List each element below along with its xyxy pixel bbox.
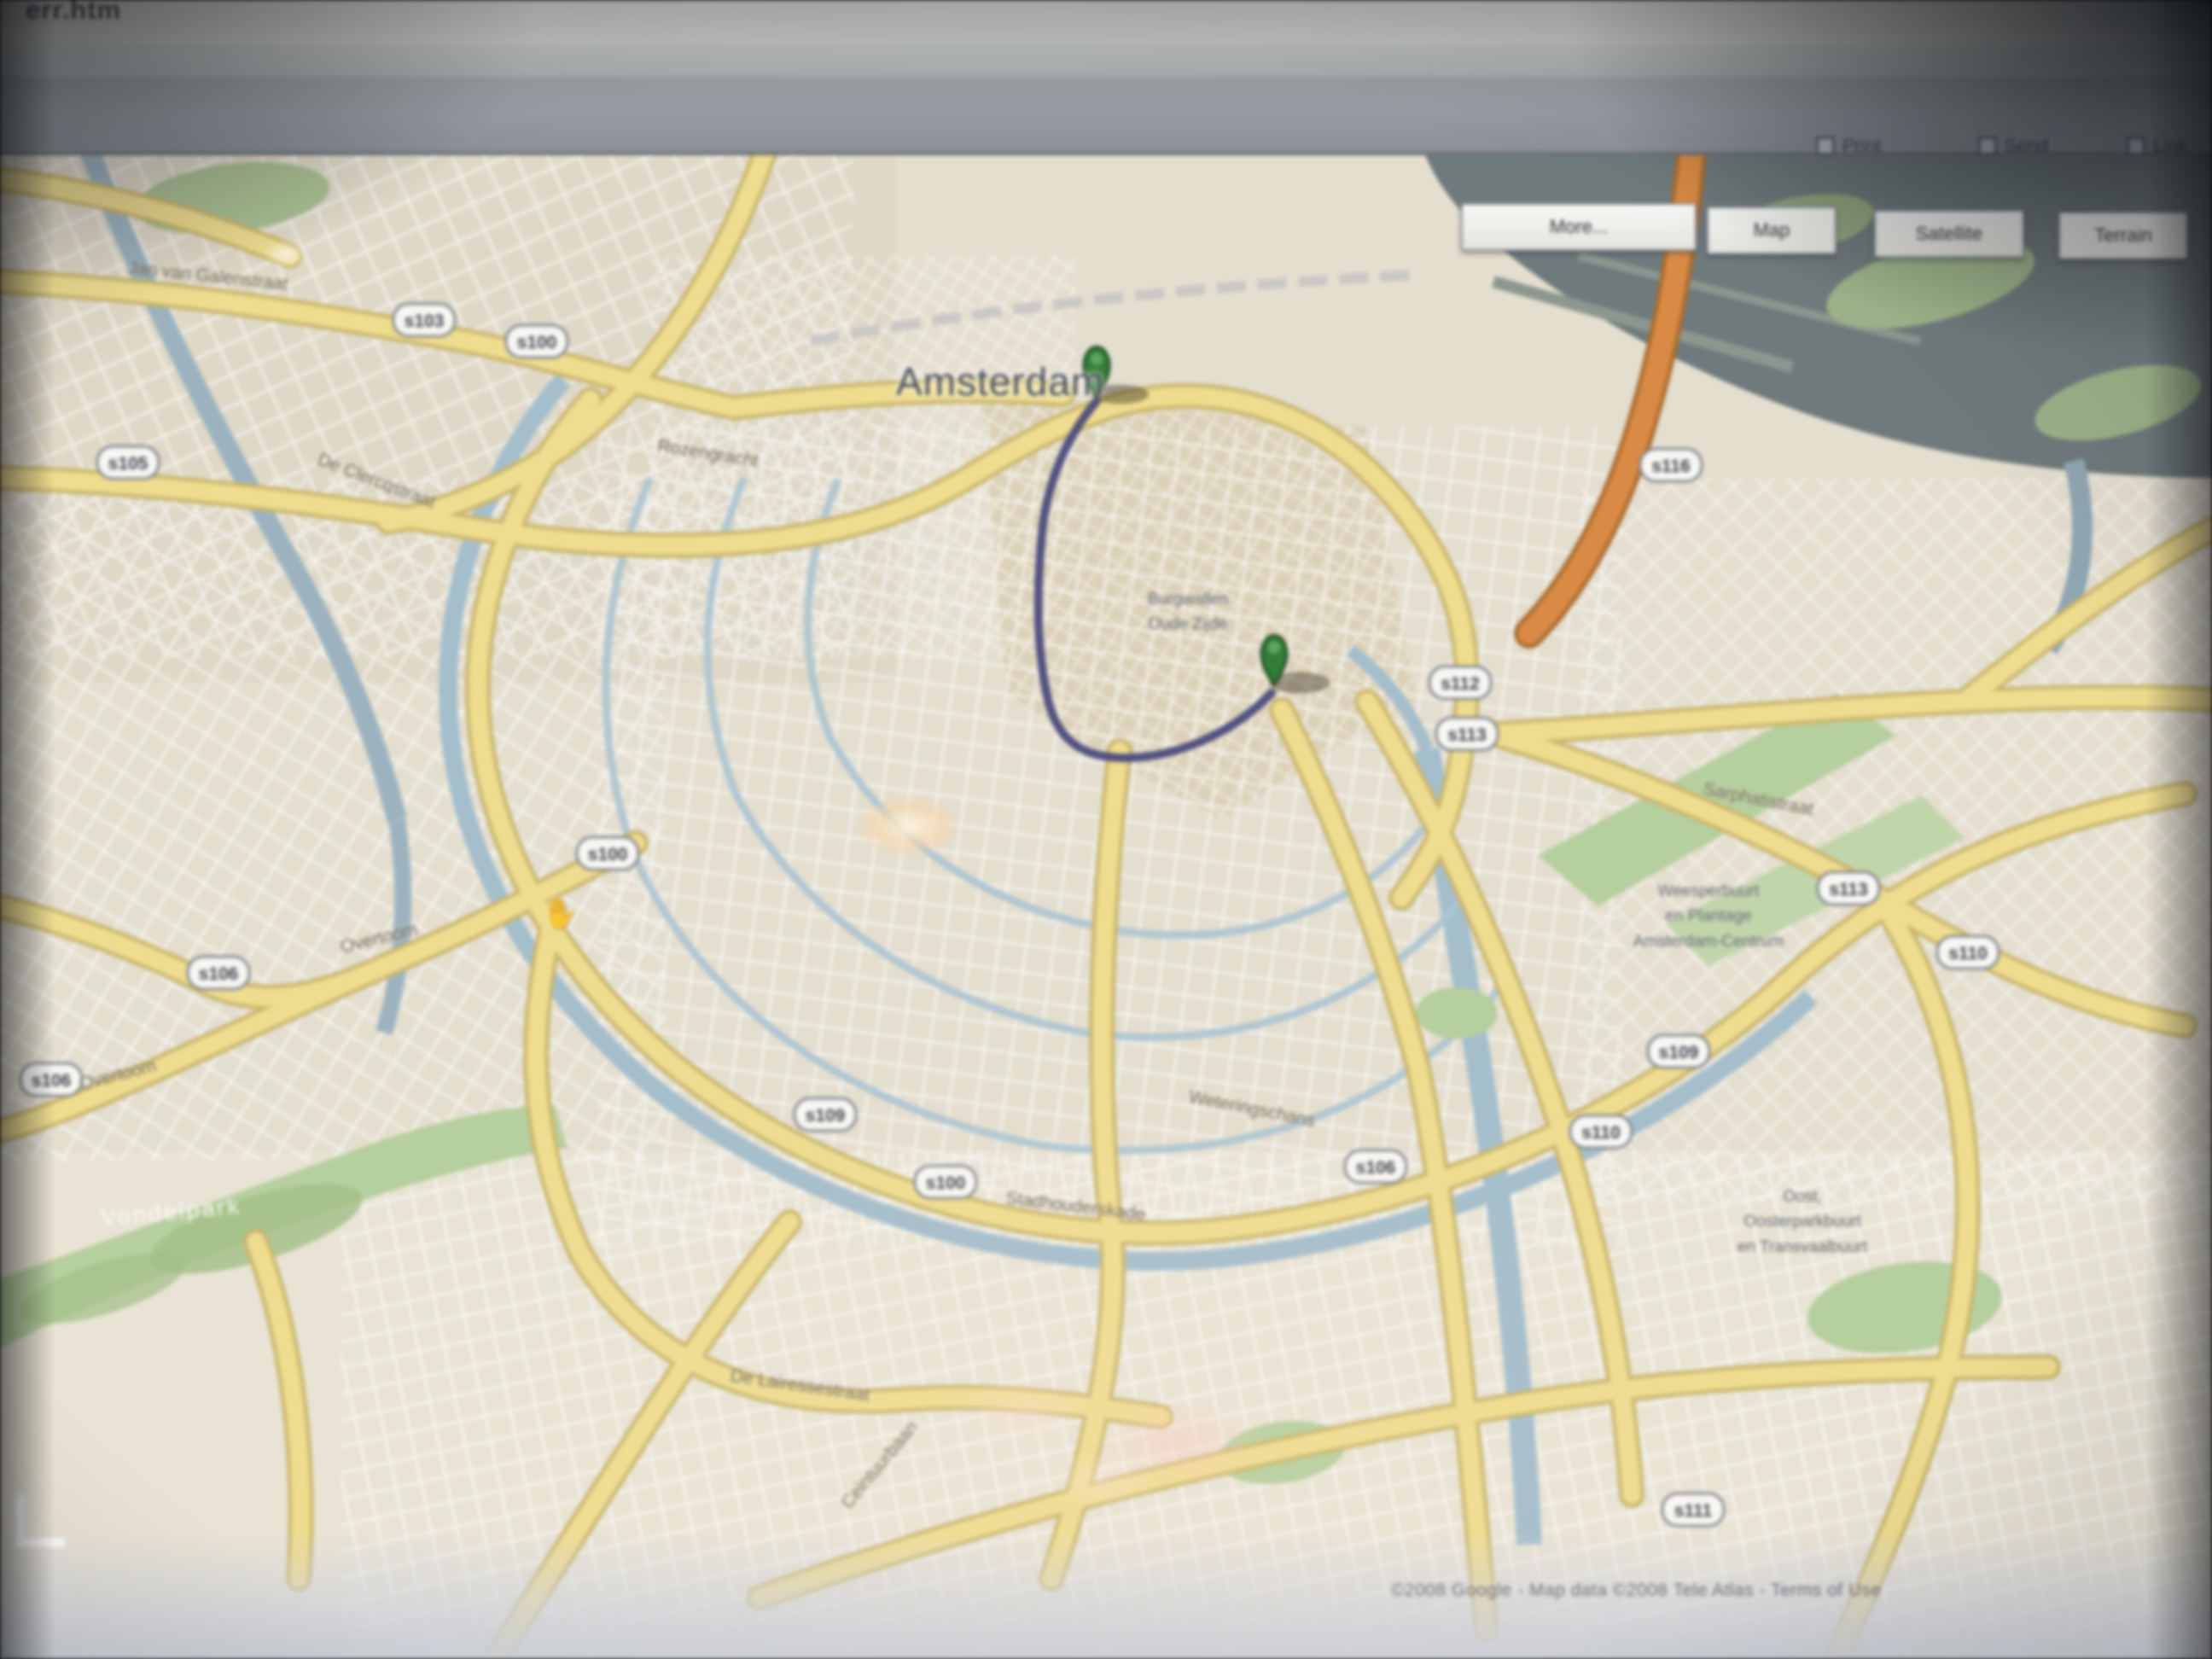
terrain-view-button[interactable]: Terrain bbox=[2058, 212, 2188, 259]
road-shield: s105 bbox=[108, 454, 148, 474]
road-shield: s111 bbox=[1674, 1501, 1713, 1521]
road-shield: s106 bbox=[199, 964, 239, 984]
road-shield: s100 bbox=[926, 1173, 966, 1193]
area-label-line: Weesperbuurt bbox=[1598, 879, 1819, 904]
road-shield: s116 bbox=[1651, 457, 1691, 476]
road-shield: s100 bbox=[517, 333, 557, 352]
area-label-line: Burgwallen bbox=[1103, 587, 1273, 612]
area-label-line: Oude Zijde bbox=[1103, 612, 1273, 637]
road-shield: s113 bbox=[1447, 725, 1487, 745]
map-view-label: Map bbox=[1754, 219, 1790, 242]
hand-cursor-icon: ✋ bbox=[538, 894, 581, 934]
map-attribution: ©2008 Google - Map data ©2008 Tele Atlas… bbox=[1391, 1580, 1882, 1601]
road-shield: s103 bbox=[405, 311, 445, 331]
send-button[interactable]: Send bbox=[1978, 135, 2048, 157]
photographed-screen: err.htm Print Send Link More... Map Sate… bbox=[0, 0, 2212, 1659]
area-label-line: en Transvaalbuurt bbox=[1674, 1235, 1930, 1260]
road-shield: s112 bbox=[1441, 674, 1480, 694]
road-shield: s106 bbox=[32, 1071, 72, 1091]
area-label: Burgwallen Oude Zijde bbox=[1103, 587, 1273, 637]
area-label-line: en Plantage bbox=[1598, 904, 1819, 928]
city-label: Amsterdam bbox=[896, 358, 1104, 405]
more-button[interactable]: More... bbox=[1461, 203, 1697, 251]
window-edge bbox=[0, 44, 2212, 77]
window-title-fragment: err.htm bbox=[26, 0, 121, 26]
area-label-line: Oost, bbox=[1674, 1185, 1930, 1209]
more-label: More... bbox=[1550, 216, 1608, 238]
map-canvas[interactable]: s103 s100 s105 s106 s100 s109 s100 s106 … bbox=[0, 128, 2212, 1659]
print-label: Print bbox=[1842, 135, 1881, 157]
map-corner-mark bbox=[15, 1538, 65, 1547]
map-view-button[interactable]: Map bbox=[1707, 207, 1837, 254]
road-shield: s113 bbox=[1829, 880, 1868, 899]
road-shield: s110 bbox=[1948, 944, 1988, 963]
area-label: Weesperbuurt en Plantage Amsterdam-Centr… bbox=[1598, 879, 1819, 954]
terrain-view-label: Terrain bbox=[2094, 224, 2151, 247]
link-label: Link bbox=[2153, 135, 2187, 157]
satellite-view-label: Satellite bbox=[1916, 223, 1982, 245]
print-button[interactable]: Print bbox=[1816, 135, 1881, 157]
area-label-line: Amsterdam-Centrum bbox=[1598, 929, 1819, 954]
road-shield: s106 bbox=[1356, 1158, 1396, 1178]
link-icon bbox=[2127, 137, 2145, 155]
road-shield: s109 bbox=[1659, 1043, 1699, 1062]
road-shield: s109 bbox=[806, 1106, 846, 1126]
area-label-line: Oosterparkbuurt bbox=[1674, 1209, 1930, 1234]
link-button[interactable]: Link bbox=[2127, 135, 2187, 157]
road-shield: s110 bbox=[1581, 1123, 1621, 1143]
area-label: Oost, Oosterparkbuurt en Transvaalbuurt bbox=[1674, 1185, 1930, 1260]
road-shield: s100 bbox=[588, 845, 628, 864]
window-title-bar: err.htm bbox=[0, 0, 2212, 44]
send-icon bbox=[1978, 137, 1997, 155]
send-label: Send bbox=[2005, 135, 2048, 157]
print-icon bbox=[1816, 137, 1835, 155]
satellite-view-button[interactable]: Satellite bbox=[1874, 210, 2024, 258]
